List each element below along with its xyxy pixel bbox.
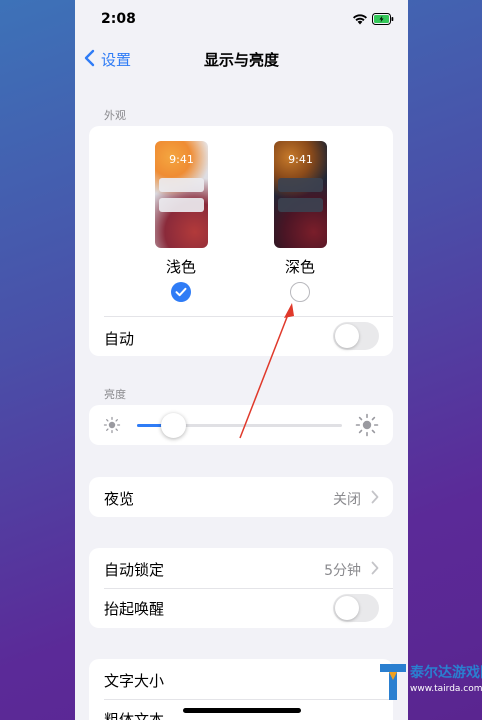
- watermark-url: www.tairda.com: [410, 684, 482, 694]
- site-watermark: 泰尔达游戏网 www.tairda.com: [378, 652, 482, 720]
- annotation-arrow: [239, 303, 294, 439]
- watermark-name: 泰尔达游戏网: [410, 665, 482, 681]
- watermark-logo-icon: [380, 664, 406, 700]
